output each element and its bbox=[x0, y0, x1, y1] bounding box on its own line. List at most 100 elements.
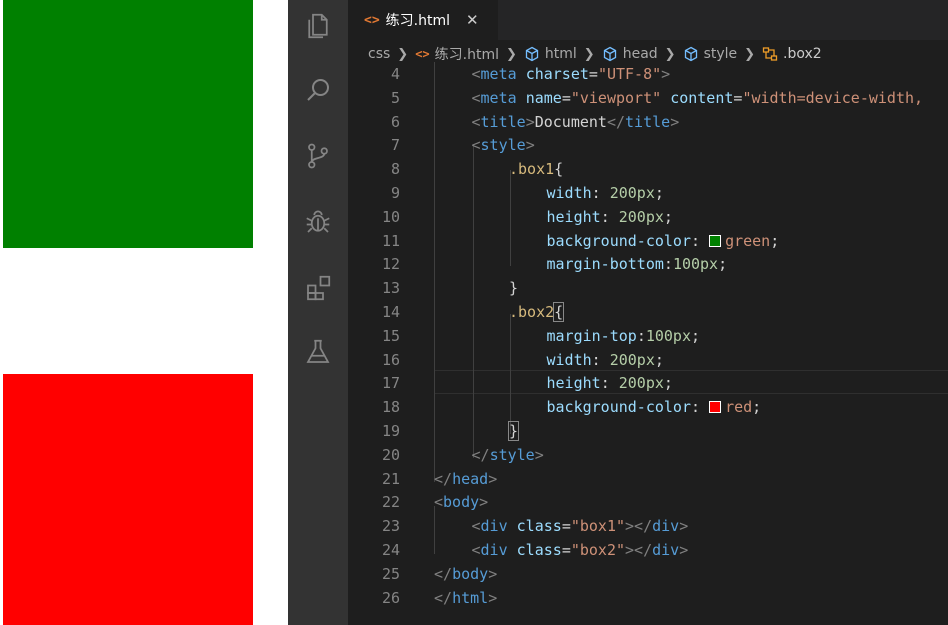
code-token: > bbox=[670, 112, 680, 131]
code-token: meta bbox=[480, 88, 517, 107]
code-text: height: 200px; bbox=[547, 371, 673, 395]
code-token: div bbox=[652, 517, 680, 536]
chevron-right-icon: ❯ bbox=[583, 46, 595, 62]
code-text: <div class="box1"></div> bbox=[472, 514, 689, 538]
code-token: = bbox=[561, 517, 571, 536]
code-token: > bbox=[479, 493, 489, 512]
code-text: .box1{ bbox=[509, 157, 563, 181]
code-token: body bbox=[443, 493, 480, 512]
code-line: 9 width: 200px; bbox=[348, 181, 948, 205]
code-text: width: 200px; bbox=[547, 181, 664, 205]
code-token: : bbox=[600, 374, 619, 393]
code-line: 26 </html> bbox=[348, 586, 948, 610]
color-swatch[interactable] bbox=[709, 234, 722, 247]
matched-bracket: } bbox=[507, 421, 520, 441]
code-token: : bbox=[636, 326, 646, 345]
code-token: > bbox=[679, 517, 689, 536]
code-text: background-color: red; bbox=[547, 395, 762, 419]
code-token: div bbox=[652, 541, 680, 559]
code-token: margin-top bbox=[546, 326, 637, 345]
code-token: < bbox=[471, 112, 481, 131]
breadcrumb-item-file[interactable]: 练习.html bbox=[435, 44, 499, 64]
line-number: 15 bbox=[381, 326, 400, 345]
source-control-icon[interactable] bbox=[302, 140, 334, 172]
code-line: 4 <meta charset="UTF-8"> bbox=[348, 62, 948, 86]
line-number: 11 bbox=[381, 231, 400, 250]
code-text: } bbox=[509, 276, 518, 300]
breadcrumb-item-folder[interactable]: css bbox=[368, 46, 390, 62]
code-token: > bbox=[679, 541, 689, 559]
extensions-icon[interactable] bbox=[302, 272, 334, 304]
testing-icon[interactable] bbox=[302, 336, 334, 368]
debug-icon[interactable] bbox=[302, 206, 334, 238]
code-line: 7 <style> bbox=[348, 133, 948, 157]
code-token: < bbox=[471, 541, 481, 559]
activity-bar bbox=[288, 0, 348, 625]
close-icon[interactable]: ✕ bbox=[466, 11, 479, 29]
line-number: 23 bbox=[381, 517, 400, 536]
color-swatch[interactable] bbox=[709, 401, 722, 414]
breadcrumb-item-style[interactable]: style bbox=[704, 46, 738, 62]
code-token: </ bbox=[434, 469, 453, 488]
code-text: <title>Document</title> bbox=[472, 110, 680, 134]
code-token: ; bbox=[654, 350, 664, 369]
code-text: width: 200px; bbox=[547, 348, 664, 372]
code-text: background-color: green; bbox=[547, 229, 780, 253]
code-token: head bbox=[452, 469, 489, 488]
code-token: red bbox=[725, 398, 753, 417]
code-token: = bbox=[561, 88, 571, 107]
chevron-right-icon: ❯ bbox=[664, 46, 676, 62]
code-token: < bbox=[471, 88, 481, 107]
code-token: > bbox=[525, 136, 535, 155]
code-token: div bbox=[480, 517, 508, 536]
breadcrumb-item-selector[interactable]: .box2 bbox=[783, 46, 822, 62]
code-token: height bbox=[546, 207, 601, 226]
code-text: </head> bbox=[434, 467, 497, 491]
code-token: width bbox=[546, 184, 592, 202]
chevron-right-icon: ❯ bbox=[506, 46, 517, 62]
code-token: "box1" bbox=[570, 517, 626, 536]
explorer-icon[interactable] bbox=[302, 10, 334, 42]
code-token: .box1 bbox=[509, 160, 555, 179]
code-editor[interactable]: 4 <meta charset="UTF-8"> 5 <meta name="view… bbox=[348, 62, 948, 625]
code-token: ; bbox=[691, 326, 701, 345]
code-token: width bbox=[546, 350, 592, 369]
code-line: 8 .box1{ bbox=[348, 157, 948, 181]
line-number: 22 bbox=[381, 493, 400, 512]
box2-red bbox=[3, 374, 253, 625]
code-line: 12 margin-bottom:100px; bbox=[348, 252, 948, 276]
line-number: 5 bbox=[390, 88, 400, 107]
search-icon[interactable] bbox=[302, 74, 334, 106]
code-token: body bbox=[452, 564, 489, 583]
code-token: class bbox=[516, 517, 562, 536]
code-token: > bbox=[661, 65, 671, 83]
breadcrumb-item-head[interactable]: head bbox=[623, 46, 658, 62]
code-token: "box2" bbox=[570, 541, 626, 559]
code-token: style bbox=[489, 445, 535, 464]
line-number: 18 bbox=[381, 398, 400, 417]
code-line: 11 background-color: green; bbox=[348, 229, 948, 253]
code-token: charset bbox=[525, 65, 589, 83]
code-token: ; bbox=[718, 255, 728, 274]
code-token: } bbox=[509, 279, 519, 298]
code-token: = bbox=[561, 541, 571, 559]
breadcrumb-item-html[interactable]: html bbox=[545, 46, 577, 62]
code-token: ></ bbox=[625, 517, 653, 536]
code-token: : bbox=[591, 350, 610, 369]
line-number: 10 bbox=[381, 207, 400, 226]
tab-file[interactable]: <> 练习.html ✕ bbox=[348, 0, 498, 40]
code-line: 6 <title>Document</title> bbox=[348, 110, 948, 134]
code-token: 200px bbox=[609, 350, 655, 369]
browser-preview bbox=[0, 0, 288, 625]
line-number: 16 bbox=[381, 350, 400, 369]
line-number: 17 bbox=[381, 374, 400, 393]
code-token: title bbox=[480, 112, 526, 131]
code-token: > bbox=[488, 588, 498, 607]
code-token: .box2 bbox=[509, 303, 555, 321]
html-file-icon: <> bbox=[364, 12, 380, 28]
code-token: > bbox=[488, 469, 498, 488]
code-token: title bbox=[625, 112, 671, 131]
code-line: 16 width: 200px; bbox=[348, 348, 948, 372]
chevron-right-icon: ❯ bbox=[744, 46, 756, 62]
